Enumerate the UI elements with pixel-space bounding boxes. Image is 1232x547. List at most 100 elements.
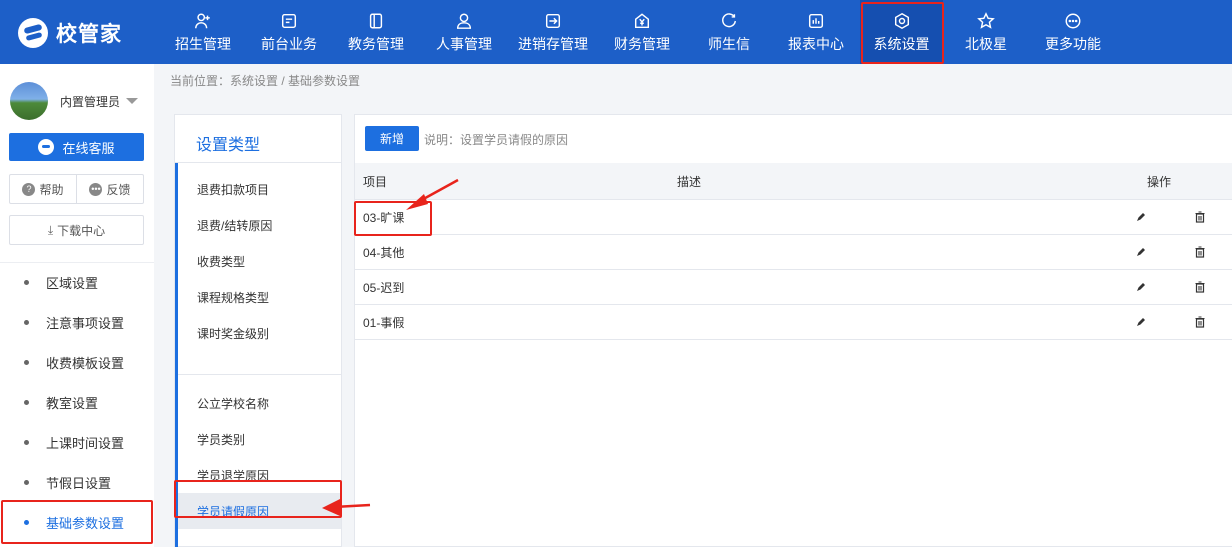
- main-nav: 招生管理 前台业务 教务管理 人事管理 进销存管理 财务管理 师生信 报表中心: [160, 0, 1117, 64]
- edit-icon[interactable]: [1135, 246, 1147, 258]
- nav-label: 北极星: [965, 35, 1007, 52]
- settings-type-panel: 设置类型 退费扣款项目 退费/结转原因 收费类型 课程规格类型 课时奖金级别 公…: [174, 114, 342, 547]
- type-item[interactable]: 学员类别: [178, 421, 341, 457]
- params-table: 项目 描述 操作 03-旷课 04-其他 05-迟到 01-事假: [355, 163, 1232, 340]
- nav-item-recruit[interactable]: 招生管理: [160, 0, 246, 64]
- sidebar-item-class-time[interactable]: 上课时间设置: [0, 422, 154, 462]
- avatar: [10, 82, 48, 120]
- cell-item: 01-事假: [363, 315, 405, 330]
- nav-item-academic[interactable]: 教务管理: [332, 0, 420, 64]
- user-profile[interactable]: 内置管理员: [10, 82, 139, 120]
- table-row: 04-其他: [355, 235, 1232, 270]
- caret-down-icon: [126, 98, 139, 104]
- sidebar-item-fee-template[interactable]: 收费模板设置: [0, 342, 154, 382]
- content-panel: 新增 说明：设置学员请假的原因 项目 描述 操作 03-旷课 04-其他 05-…: [354, 114, 1232, 547]
- sidebar-item-holidays[interactable]: 节假日设置: [0, 462, 154, 502]
- nav-label: 人事管理: [436, 35, 492, 52]
- table-row: 05-迟到: [355, 270, 1232, 305]
- sidebar-item-classroom[interactable]: 教室设置: [0, 382, 154, 422]
- star-icon: [976, 11, 996, 31]
- nav-item-polaris[interactable]: 北极星: [943, 0, 1029, 64]
- nav-label: 进销存管理: [518, 35, 588, 52]
- nav-label: 更多功能: [1045, 35, 1101, 52]
- nav-item-reports[interactable]: 报表中心: [772, 0, 860, 64]
- group-divider: [178, 351, 341, 375]
- breadcrumb: 当前位置：系统设置 / 基础参数设置: [170, 74, 361, 88]
- cell-ops: [1137, 281, 1232, 293]
- chat-icon: [719, 11, 739, 31]
- add-button[interactable]: 新增: [365, 126, 419, 151]
- nav-item-more[interactable]: 更多功能: [1029, 0, 1117, 64]
- download-label: 下载中心: [57, 223, 106, 238]
- left-sidebar: 内置管理员 在线客服 ? 帮助 ••• 反馈 ⤓ 下载中心 区域设置 注意事项设…: [0, 64, 154, 547]
- sidebar-item-label: 收费模板设置: [46, 355, 125, 371]
- cell-item: 03-旷课: [363, 210, 405, 225]
- type-item[interactable]: 公立学校名称: [178, 385, 341, 421]
- nav-label: 师生信: [708, 35, 750, 52]
- table-row: 03-旷课: [355, 200, 1232, 235]
- delete-icon[interactable]: [1195, 246, 1205, 258]
- column-header-ops: 操作: [1147, 174, 1172, 189]
- export-icon: [543, 11, 563, 31]
- cell-ops: [1137, 246, 1232, 258]
- more-icon: [1063, 11, 1083, 31]
- sidebar-item-basic-params[interactable]: 基础参数设置: [0, 502, 154, 542]
- bullet-icon: [24, 479, 29, 485]
- delete-icon[interactable]: [1195, 281, 1205, 293]
- column-header-item: 项目: [363, 174, 388, 189]
- type-item[interactable]: 课程规格类型: [178, 279, 341, 315]
- logo-icon: [18, 18, 48, 48]
- nav-item-inventory[interactable]: 进销存管理: [508, 0, 598, 64]
- chat-bubble-icon: [38, 139, 55, 155]
- user-add-icon: [193, 11, 213, 31]
- type-item[interactable]: 退费/结转原因: [178, 207, 341, 243]
- bullet-icon: [24, 399, 29, 405]
- delete-icon[interactable]: [1195, 316, 1205, 328]
- ellipsis-icon: •••: [89, 182, 103, 196]
- nav-item-message[interactable]: 师生信: [686, 0, 772, 64]
- description-note: 说明：设置学员请假的原因: [424, 133, 569, 147]
- cell-item: 04-其他: [363, 245, 405, 260]
- cell-ops: [1137, 316, 1232, 328]
- sidebar-item-label: 区域设置: [46, 275, 99, 291]
- edit-icon[interactable]: [1135, 211, 1147, 223]
- panel-title: 设置类型: [196, 137, 261, 154]
- sidebar-item-label: 节假日设置: [46, 475, 112, 491]
- type-item[interactable]: 退费扣款项目: [178, 171, 341, 207]
- delete-icon[interactable]: [1195, 211, 1205, 223]
- sidebar-item-label: 注意事项设置: [46, 315, 125, 331]
- user-name: 内置管理员: [60, 94, 121, 109]
- nav-item-finance[interactable]: 财务管理: [598, 0, 686, 64]
- edit-icon[interactable]: [1135, 316, 1147, 328]
- type-item[interactable]: 学员退学原因: [178, 457, 341, 493]
- logo-text: 校管家: [56, 23, 122, 46]
- nav-item-frontdesk[interactable]: 前台业务: [246, 0, 332, 64]
- screen-icon: [279, 11, 299, 31]
- nav-item-system-settings[interactable]: 系统设置: [860, 0, 943, 64]
- service-label: 在线客服: [62, 140, 115, 156]
- download-center-button[interactable]: ⤓ 下载中心: [9, 215, 144, 245]
- type-item[interactable]: 课时奖金级别: [178, 315, 341, 351]
- question-icon: ?: [22, 182, 36, 196]
- sidebar-item-label: 上课时间设置: [46, 435, 125, 451]
- online-service-button[interactable]: 在线客服: [9, 133, 144, 161]
- edit-icon[interactable]: [1135, 281, 1147, 293]
- column-header-desc: 描述: [677, 174, 702, 189]
- sidebar-item-notices[interactable]: 注意事项设置: [0, 302, 154, 342]
- help-label: 帮助: [39, 182, 64, 197]
- nav-label: 财务管理: [614, 35, 670, 52]
- app-logo[interactable]: 校管家: [18, 18, 122, 48]
- bullet-icon: [24, 439, 29, 445]
- nav-label: 报表中心: [788, 35, 844, 52]
- help-button[interactable]: ? 帮助: [10, 175, 76, 203]
- sidebar-item-region[interactable]: 区域设置: [0, 262, 154, 302]
- type-item[interactable]: 收费类型: [178, 243, 341, 279]
- feedback-button[interactable]: ••• 反馈: [76, 175, 143, 203]
- download-icon: ⤓: [47, 222, 54, 237]
- list-item-partial[interactable]: [178, 163, 341, 171]
- sidebar-item-label: 基础参数设置: [46, 515, 125, 531]
- type-item-student-leave-reason[interactable]: 学员请假原因: [178, 493, 341, 529]
- settings-icon: [892, 11, 912, 31]
- nav-item-hr[interactable]: 人事管理: [420, 0, 508, 64]
- bullet-icon: [24, 519, 29, 525]
